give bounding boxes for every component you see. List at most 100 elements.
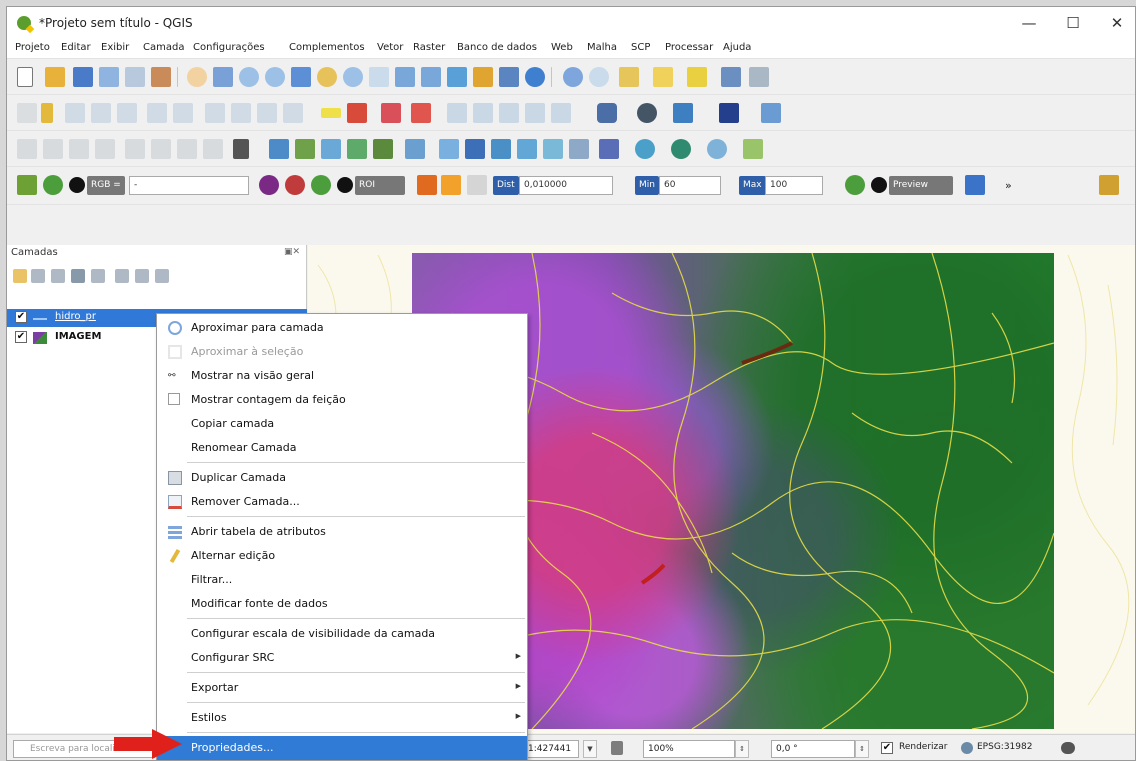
add-feature-icon[interactable] [91, 103, 111, 123]
split-features-icon[interactable] [69, 139, 89, 159]
zoom-native-icon[interactable] [369, 67, 389, 87]
label-highlight-icon[interactable] [347, 103, 367, 123]
filter-legend-icon[interactable] [71, 269, 85, 283]
raster-calculator-icon[interactable] [373, 139, 393, 159]
raster-tile-icon[interactable] [491, 139, 511, 159]
new-line-layer-icon[interactable] [347, 139, 367, 159]
new-project-icon[interactable] [17, 67, 33, 87]
menu-banco-de-dados[interactable]: Banco de dados [457, 42, 537, 53]
collapse-all-icon[interactable] [135, 269, 149, 283]
lock-scale-icon[interactable] [611, 741, 623, 755]
toolbar-overflow[interactable]: » [1005, 179, 1012, 192]
scp-zoom-icon[interactable] [43, 175, 63, 195]
menu-processar[interactable]: Processar [665, 42, 713, 53]
pan-hand-icon[interactable] [187, 67, 207, 87]
redo-roi-icon[interactable] [467, 175, 487, 195]
offset-curve-icon[interactable] [125, 139, 145, 159]
wcs-layer-icon[interactable] [707, 139, 727, 159]
minimize-button[interactable]: — [1007, 7, 1051, 39]
refresh-icon[interactable] [525, 67, 545, 87]
pin-labels-icon[interactable] [381, 103, 401, 123]
plugin-icon[interactable] [761, 103, 781, 123]
virtual-layer-icon[interactable] [405, 139, 425, 159]
menu-open-attribute-table[interactable]: Abrir tabela de atributos [157, 520, 527, 544]
menu-web[interactable]: Web [551, 42, 573, 53]
layer-visibility-checkbox[interactable]: ✔ [15, 311, 27, 323]
preview-zoom-icon[interactable] [845, 175, 865, 195]
menu-vetor[interactable]: Vetor [377, 42, 403, 53]
identify-dropdown-icon[interactable] [589, 67, 609, 87]
menu-complementos[interactable]: Complementos [289, 42, 365, 53]
show-hide-labels-icon[interactable] [411, 103, 431, 123]
move-label-icon[interactable] [447, 103, 467, 123]
open-project-icon[interactable] [45, 67, 65, 87]
new-map-view-icon[interactable] [447, 67, 467, 87]
menu-properties[interactable]: Propriedades... [157, 736, 527, 760]
label-properties-icon[interactable] [525, 103, 545, 123]
vertex-tool-icon[interactable] [117, 103, 137, 123]
rgb-preview-icon[interactable] [259, 175, 279, 195]
menu-exibir[interactable]: Exibir [101, 42, 129, 53]
feature-count-checkbox[interactable] [168, 393, 180, 405]
menu-configuracoes[interactable]: Configurações [193, 42, 265, 53]
menu-copy-layer[interactable]: Copiar camada [157, 412, 527, 436]
menu-editar[interactable]: Editar [61, 42, 91, 53]
layout-manager-icon[interactable] [125, 67, 145, 87]
messages-icon[interactable] [1061, 742, 1075, 754]
wfs-layer-icon[interactable] [671, 139, 691, 159]
layer-manager-icon[interactable] [295, 139, 315, 159]
raster-grid-icon[interactable] [465, 139, 485, 159]
globe-icon[interactable] [637, 103, 657, 123]
create-roi-icon[interactable] [417, 175, 437, 195]
deselect-icon[interactable] [687, 67, 707, 87]
roi-toggle-icon[interactable] [337, 177, 353, 193]
pan-to-selection-icon[interactable] [213, 67, 233, 87]
zoom-last-icon[interactable] [395, 67, 415, 87]
render-checkbox[interactable]: ✔ [881, 742, 893, 754]
python-console-icon[interactable] [673, 103, 693, 123]
bookmark-icon[interactable] [473, 67, 493, 87]
magnifier-input[interactable]: 100% [643, 740, 735, 758]
undo-icon[interactable] [257, 103, 277, 123]
menu-scp[interactable]: SCP [631, 42, 650, 53]
panel-float-close-icon[interactable]: ▣✕ [284, 247, 300, 257]
close-button[interactable]: ✕ [1095, 7, 1135, 39]
new-print-layout-icon[interactable] [99, 67, 119, 87]
zoom-to-layer-icon[interactable] [343, 67, 363, 87]
menu-raster[interactable]: Raster [413, 42, 445, 53]
save-project-icon[interactable] [73, 67, 93, 87]
rotation-input[interactable]: 0,0 ° [771, 740, 855, 758]
delete-selected-icon[interactable] [147, 103, 167, 123]
menu-filter[interactable]: Filtrar... [157, 568, 527, 592]
menu-ajuda[interactable]: Ajuda [723, 42, 751, 53]
diagram-icon[interactable] [551, 103, 571, 123]
remove-layer-icon[interactable] [155, 269, 169, 283]
scp-dock-icon[interactable] [17, 175, 37, 195]
grid-icon[interactable] [233, 139, 249, 159]
menu-change-data-source[interactable]: Modificar fonte de dados [157, 592, 527, 616]
database-icon[interactable] [597, 103, 617, 123]
simplify-icon[interactable] [177, 139, 197, 159]
zoom-in-icon[interactable] [239, 67, 259, 87]
paste-features-icon[interactable] [231, 103, 251, 123]
magnifier-spin[interactable]: ⇕ [735, 740, 749, 758]
classification-preview-icon[interactable] [965, 175, 985, 195]
georeferencer-icon[interactable] [269, 139, 289, 159]
raster-line-icon[interactable] [517, 139, 537, 159]
label-tool-icon[interactable] [321, 108, 341, 118]
dist-input[interactable]: 0,010000 [519, 176, 613, 195]
menu-show-in-overview[interactable]: ⚯ Mostrar na visão geral [157, 364, 527, 388]
help-icon[interactable] [719, 103, 739, 123]
delimited-text-icon[interactable] [743, 139, 763, 159]
menu-show-feature-count[interactable]: Mostrar contagem da feição [157, 388, 527, 412]
roi-zoom-icon[interactable] [311, 175, 331, 195]
style-manager-icon[interactable] [151, 67, 171, 87]
identify-features-icon[interactable] [563, 67, 583, 87]
copy-features-icon[interactable] [205, 103, 225, 123]
menu-zoom-to-layer[interactable]: Aproximar para camada [157, 316, 527, 340]
add-group-icon[interactable] [31, 269, 45, 283]
merge-features-icon[interactable] [95, 139, 115, 159]
scp-rgb-toggle-icon[interactable] [69, 177, 85, 193]
redo-icon[interactable] [283, 103, 303, 123]
scp-extra-icon[interactable] [1099, 175, 1119, 195]
